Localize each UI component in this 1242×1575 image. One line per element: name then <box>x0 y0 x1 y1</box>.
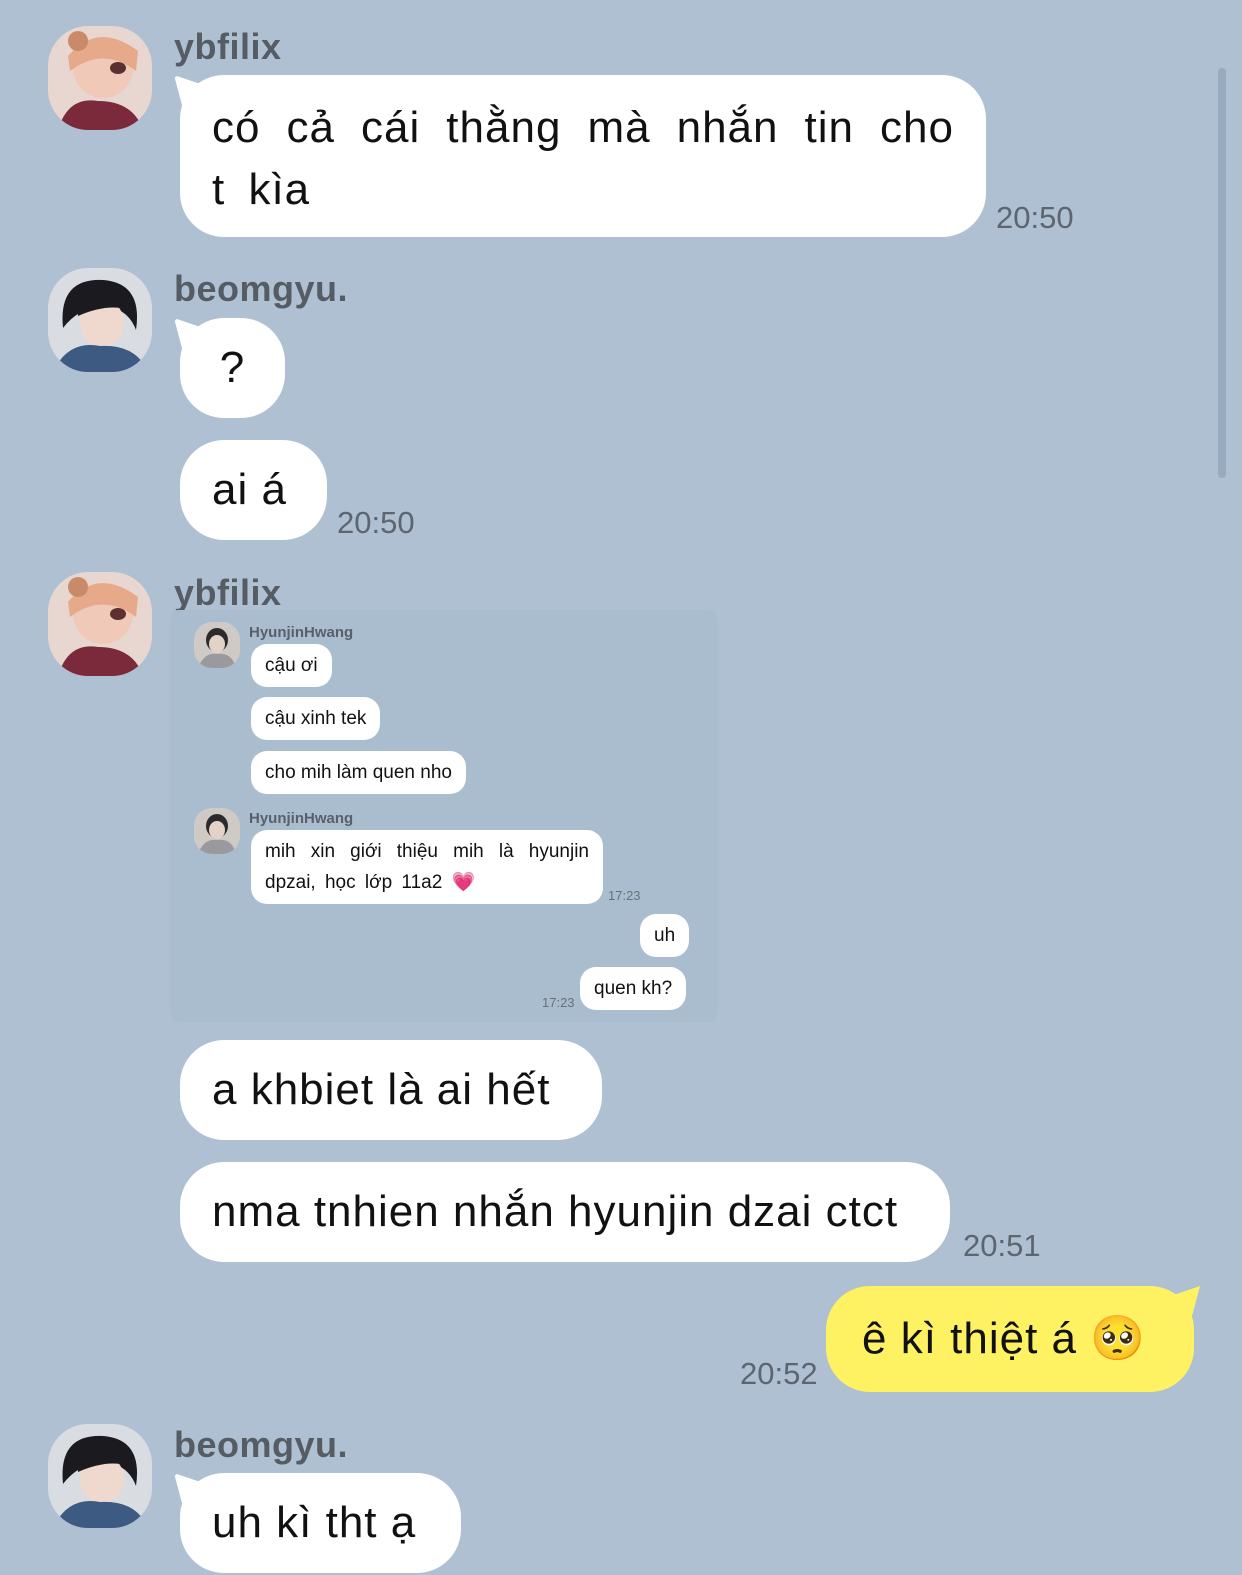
message-bubble[interactable]: có cả cái thằng mà nhắn tin cho t kìa <box>180 75 986 237</box>
message-time: 20:51 <box>963 1228 1041 1263</box>
mini-message-time: 17:23 <box>542 995 575 1010</box>
message-time: 20:52 <box>740 1356 818 1391</box>
mini-message-bubble: mih xin giới thiệu mih là hyunjin dpzai,… <box>251 830 603 904</box>
shared-screenshot-image[interactable]: HyunjinHwang cậu ơi cậu xinh tek cho mih… <box>170 610 718 1022</box>
sender-name: beomgyu. <box>174 1424 349 1465</box>
scrollbar[interactable] <box>1218 68 1226 478</box>
message-bubble[interactable]: ai á <box>180 440 327 540</box>
sender-name: ybfilix <box>174 572 282 613</box>
mini-message-bubble: cậu ơi <box>251 644 332 687</box>
message-time: 20:50 <box>996 200 1074 235</box>
avatar-ybfilix[interactable] <box>48 572 152 676</box>
mini-message-bubble: cho mih làm quen nho <box>251 751 466 794</box>
mini-sender-name: HyunjinHwang <box>249 624 354 641</box>
avatar-ybfilix[interactable] <box>48 26 152 130</box>
mini-message-bubble: cậu xinh tek <box>251 697 381 740</box>
mini-sender-name: HyunjinHwang <box>249 810 354 827</box>
message-bubble-outgoing[interactable]: ê kì thiệt á 🥺 <box>826 1286 1194 1392</box>
mini-avatar-hyunjin <box>194 808 240 854</box>
sender-name: beomgyu. <box>174 268 349 309</box>
mini-message-bubble-outgoing: uh <box>640 914 690 957</box>
message-bubble[interactable]: a khbiet là ai hết <box>180 1040 602 1140</box>
mini-avatar-hyunjin <box>194 622 240 668</box>
message-bubble[interactable]: uh kì tht ạ <box>180 1473 461 1573</box>
message-time: 20:50 <box>337 505 415 540</box>
mini-message-bubble-outgoing: quen kh? <box>580 967 687 1010</box>
avatar-beomgyu[interactable] <box>48 1424 152 1528</box>
avatar-beomgyu[interactable] <box>48 268 152 372</box>
message-bubble[interactable]: nma tnhien nhắn hyunjin dzai ctct <box>180 1162 950 1262</box>
message-bubble[interactable]: ? <box>180 318 285 418</box>
sender-name: ybfilix <box>174 26 282 67</box>
mini-message-time: 17:23 <box>608 888 641 903</box>
